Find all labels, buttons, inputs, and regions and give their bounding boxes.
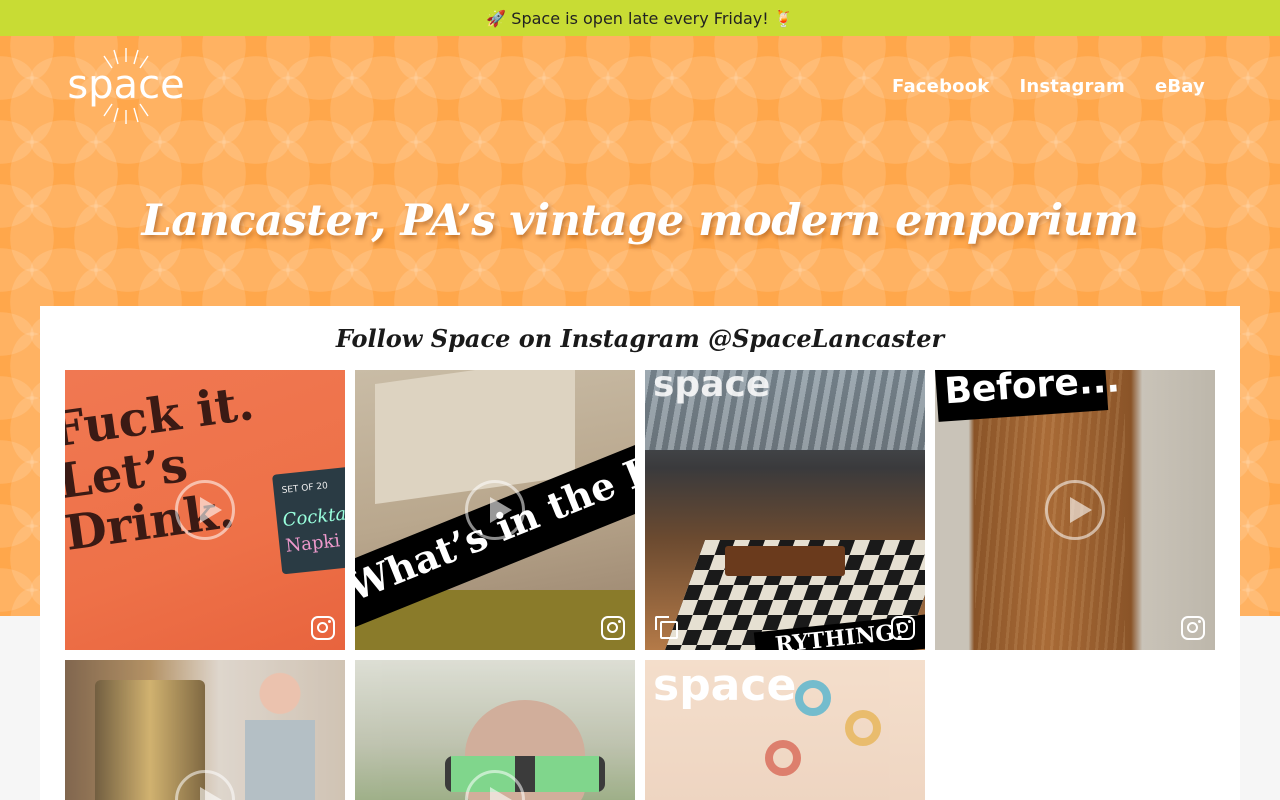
post-1-napkin-card: SET OF 20 Cocktail Napki: [272, 465, 345, 575]
instagram-post-5[interactable]: [65, 660, 345, 800]
store-table: [725, 546, 845, 576]
play-icon: [465, 480, 525, 540]
instagram-icon: [891, 616, 915, 640]
instagram-post-4[interactable]: Before...: [935, 370, 1215, 650]
space-logo-icon: space: [67, 48, 185, 124]
play-icon: [175, 480, 235, 540]
post-7-logo: space: [653, 660, 797, 711]
instagram-post-3[interactable]: space RYTHING!: [645, 370, 925, 650]
play-icon: [1045, 480, 1105, 540]
nav-facebook[interactable]: Facebook: [892, 76, 989, 97]
instagram-feed-panel: Follow Space on Instagram @SpaceLancaste…: [40, 306, 1240, 800]
vinyl-disc: [845, 710, 881, 746]
post-3-logo: space: [653, 370, 771, 405]
carousel-icon: [655, 616, 678, 639]
nav-ebay[interactable]: eBay: [1155, 76, 1205, 97]
instagram-icon: [311, 616, 335, 640]
person: [245, 670, 315, 800]
instagram-post-1[interactable]: Fuck it. Let’s Drink. SET OF 20 Cocktail…: [65, 370, 345, 650]
hero-tagline: Lancaster, PA’s vintage modern emporium: [141, 196, 1139, 246]
logo-text: space: [67, 62, 184, 108]
instagram-feed-title: Follow Space on Instagram @SpaceLancaste…: [335, 324, 945, 353]
instagram-post-2[interactable]: What’s in the BOX?!?: [355, 370, 635, 650]
announcement-text: 🚀 Space is open late every Friday! 🍹: [486, 8, 794, 28]
main-nav: Facebook Instagram eBay: [892, 76, 1205, 97]
instagram-post-7[interactable]: space: [645, 660, 925, 800]
instagram-post-6[interactable]: [355, 660, 635, 800]
nav-instagram[interactable]: Instagram: [1019, 76, 1124, 97]
vinyl-disc: [795, 680, 831, 716]
instagram-icon: [1181, 616, 1205, 640]
vinyl-disc: [765, 740, 801, 776]
space-logo[interactable]: space: [58, 48, 194, 124]
instagram-icon: [601, 616, 625, 640]
announcement-bar: 🚀 Space is open late every Friday! 🍹: [0, 0, 1280, 36]
